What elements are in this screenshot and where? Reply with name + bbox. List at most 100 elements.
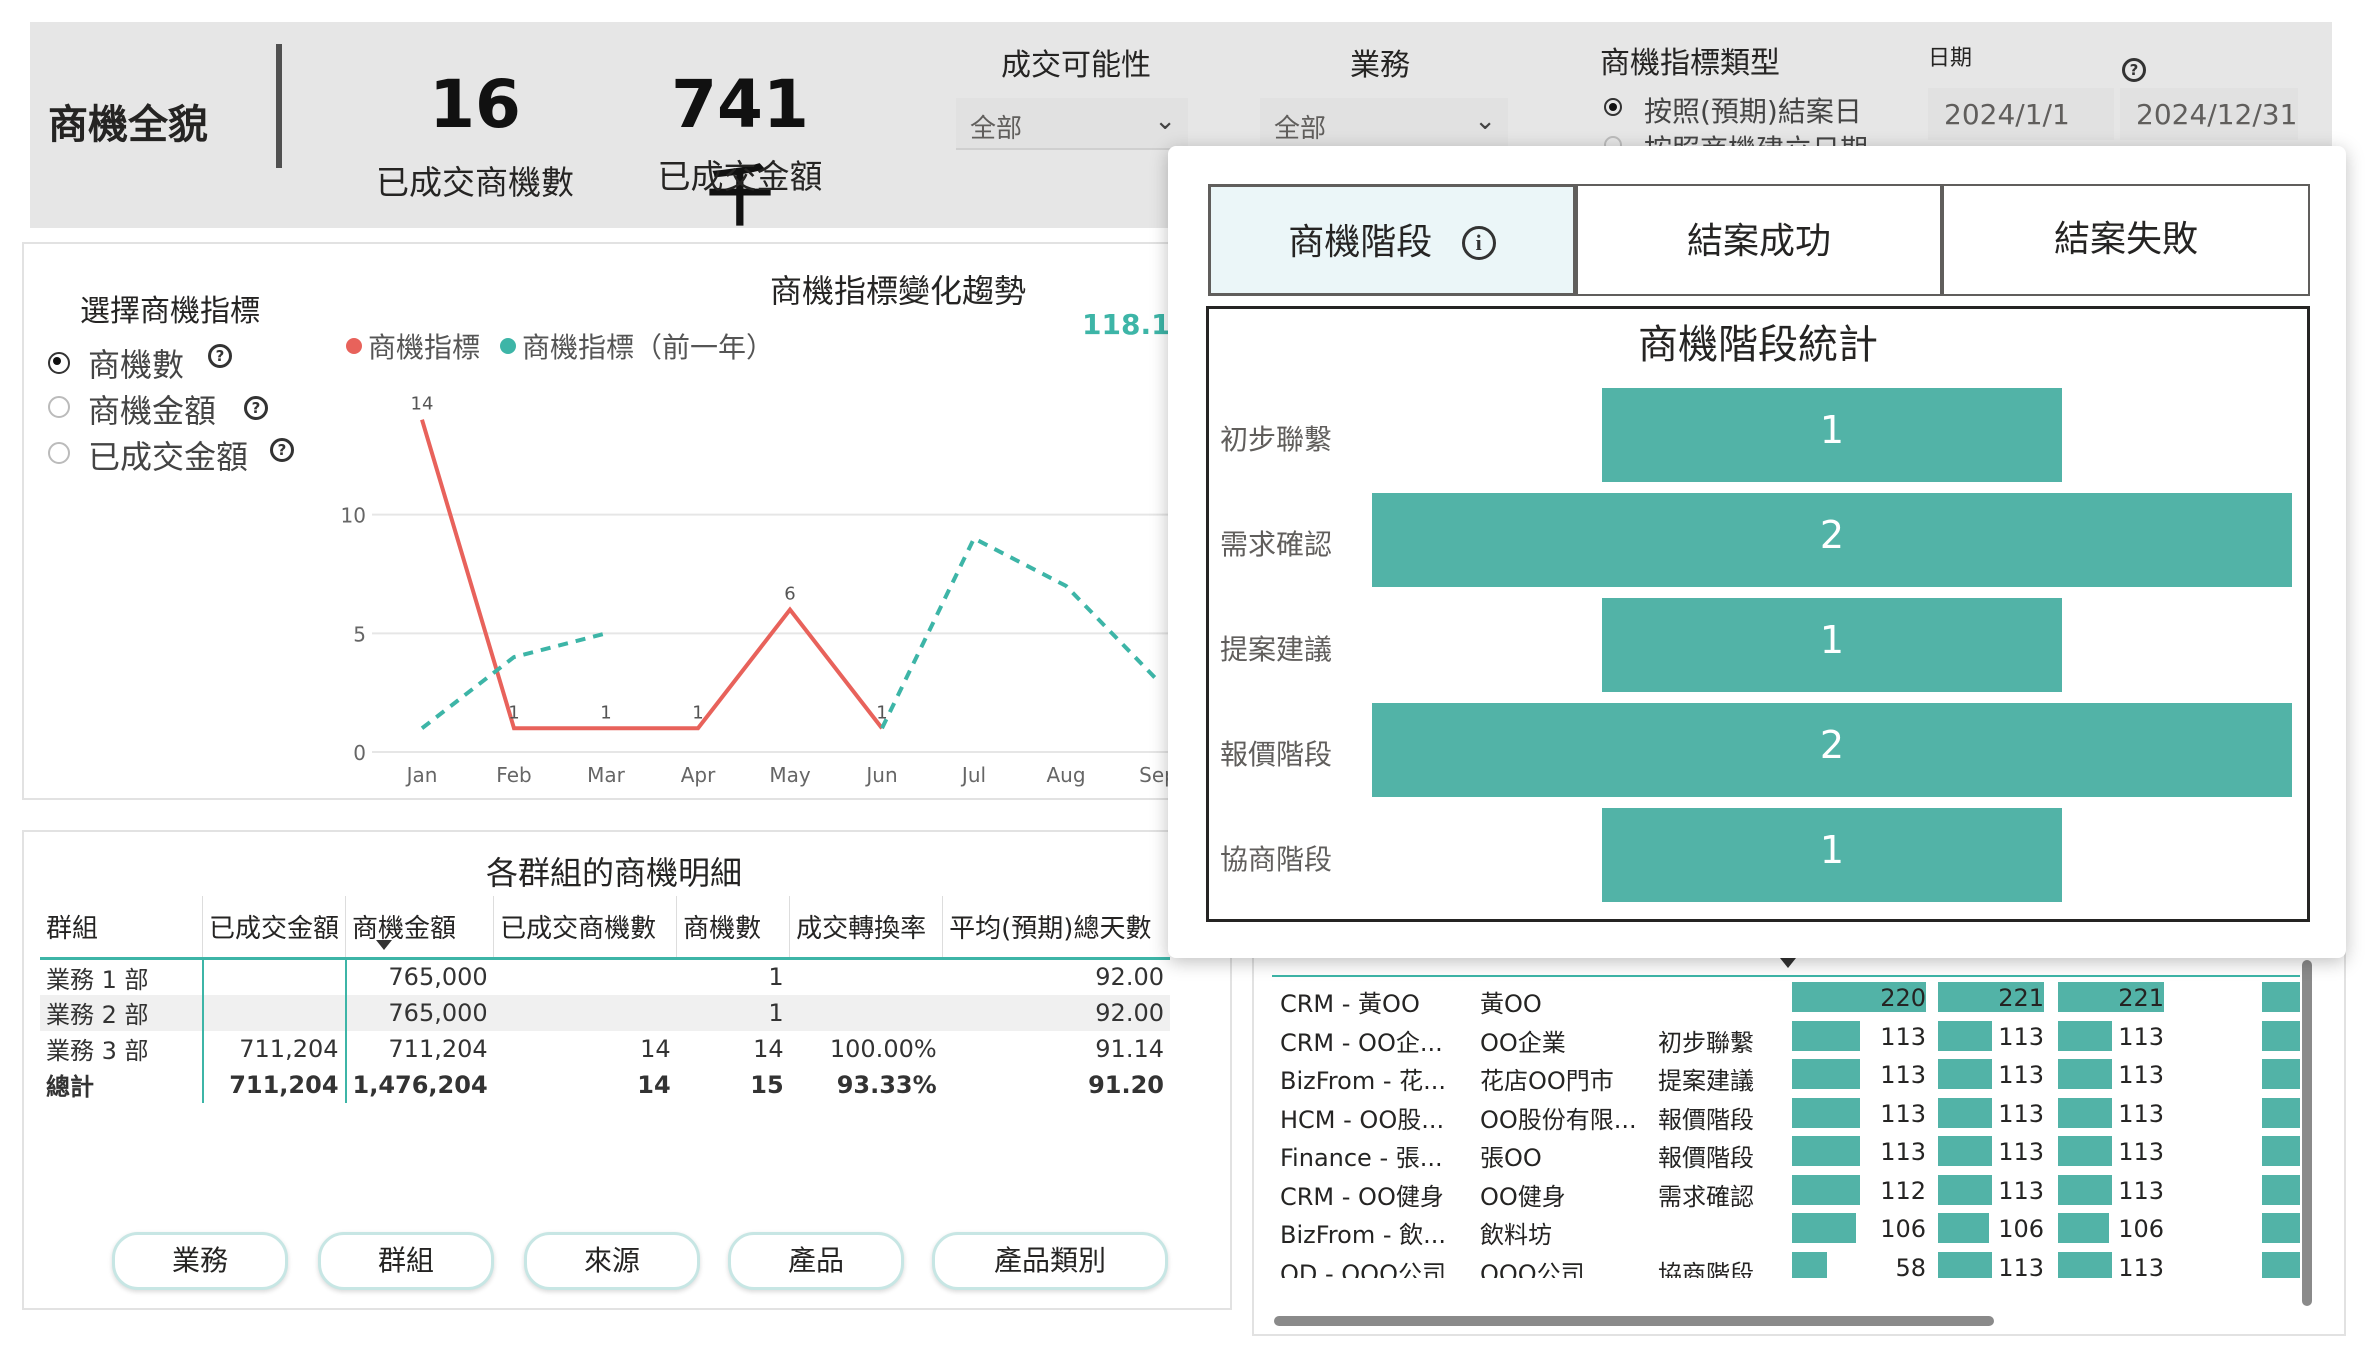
table-cell: 14	[753, 1034, 784, 1063]
metric-radio-count[interactable]	[48, 352, 70, 374]
table-cell: 1	[768, 963, 784, 991]
metric-type-option-0[interactable]: 按照(預期)結案日	[1644, 90, 1862, 130]
table-row[interactable]: OD - OOO公司 OOO公司 協商階段 58 113 113	[1272, 1248, 2300, 1279]
table-cell: 765,000	[344, 994, 494, 1031]
detail-name: BizFrom - 花...	[1280, 1067, 1446, 1095]
probability-dropdown[interactable]: 全部 ⌄	[956, 98, 1188, 150]
x-tick-label: May	[769, 763, 811, 787]
table-cell: 765,000	[344, 958, 494, 995]
table-cell: 711,204	[201, 1030, 346, 1067]
stage-label: 協商階段	[1220, 843, 1333, 876]
help-icon[interactable]: ?	[208, 344, 232, 368]
detail-bar	[2262, 1213, 2300, 1243]
table-cell: 業務 1 部	[46, 965, 149, 994]
detail-name: HCM - OO股...	[1280, 1105, 1445, 1134]
table-cell	[494, 995, 677, 1031]
help-icon[interactable]: ?	[270, 438, 294, 462]
table-total-row[interactable]: 總計 711,204 1,476,204 14 15 93.33% 91.20	[40, 1066, 1170, 1103]
stage-value-label: 1	[1819, 408, 1845, 452]
detail-value: 113	[1998, 1138, 2044, 1166]
pill-group[interactable]: 群組	[318, 1232, 494, 1290]
table-row[interactable]: BizFrom - 飲... 飲料坊 106 106 106	[1272, 1209, 2300, 1249]
help-icon[interactable]: ?	[2122, 58, 2146, 82]
detail-stage: 協商階段	[1658, 1259, 1754, 1279]
pill-sales[interactable]: 業務	[112, 1232, 288, 1290]
col-count[interactable]: 商機數	[676, 896, 790, 958]
detail-stage: 報價階段	[1658, 1144, 1754, 1172]
detail-value: 113	[2118, 1022, 2164, 1051]
info-icon[interactable]: i	[1461, 226, 1496, 260]
detail-value: 113	[1998, 1176, 2044, 1205]
table-row[interactable]: HCM - OO股... OO股份有限... 報價階段 113 113 113	[1272, 1094, 2300, 1134]
sort-desc-icon[interactable]	[376, 940, 392, 950]
detail-value: 113	[1880, 1022, 1926, 1051]
pill-product[interactable]: 產品	[728, 1232, 904, 1290]
tab-closed-lost[interactable]: 結案失敗	[1942, 184, 2310, 296]
metric-radio-amount[interactable]	[48, 396, 70, 418]
table-row[interactable]: 業務 3 部 711,204 711,204 14 14 100.00% 91.14	[40, 1030, 1170, 1067]
detail-company: 花店OO門市	[1480, 1067, 1614, 1095]
col-closed-amount[interactable]: 已成交金額	[201, 896, 346, 958]
table-cell: 711,204	[344, 1030, 494, 1067]
pill-source[interactable]: 來源	[524, 1232, 700, 1290]
detail-value: 113	[2118, 1061, 2164, 1089]
detail-vertical-scrollbar[interactable]	[2302, 960, 2312, 1306]
detail-value: 106	[1998, 1215, 2044, 1243]
detail-table: CRM - 黃OO 黃OO 220 221 221 CRM - OO企... OO企業 初步聯…	[1272, 978, 2300, 1278]
metric-radio-closed[interactable]	[48, 442, 70, 464]
tab-stage-label: 商機階段	[1288, 222, 1433, 263]
detail-value: 113	[2118, 1099, 2164, 1128]
table-cell	[201, 958, 346, 995]
detail-horizontal-scrollbar[interactable]	[1274, 1316, 1994, 1326]
metric-option-amount[interactable]: 商機金額	[88, 386, 216, 432]
tab-stage[interactable]: 商機階段 i	[1208, 184, 1576, 296]
date-end-input[interactable]: 2024/12/31	[2120, 88, 2298, 140]
probability-dropdown-value: 全部	[970, 114, 1023, 144]
col-avg-days[interactable]: 平均(預期)總天數	[942, 896, 1170, 958]
col-amount[interactable]: 商機金額	[345, 896, 494, 958]
legend-previous-dot	[500, 338, 516, 354]
date-title: 日期	[1928, 46, 1973, 71]
metric-type-radio-0[interactable]	[1604, 98, 1622, 116]
detail-value: 113	[1998, 1022, 2044, 1051]
sales-dropdown[interactable]: 全部 ⌄	[1260, 98, 1508, 150]
table-cell: 15	[750, 1070, 784, 1099]
table-cell	[790, 958, 943, 995]
data-label: 1	[692, 702, 703, 723]
probability-slicer-title: 成交可能性	[1001, 48, 1151, 83]
table-cell: 92.00	[1095, 963, 1164, 991]
table-row[interactable]: CRM - OO企... OO企業 初步聯繫 113 113 113	[1272, 1017, 2300, 1057]
table-row[interactable]: 業務 1 部 765,000 1 92.00	[40, 958, 1170, 995]
detail-value: 106	[2118, 1215, 2164, 1243]
table-cell	[494, 958, 677, 995]
pill-product-category[interactable]: 產品類別	[932, 1232, 1168, 1290]
table-row[interactable]: BizFrom - 花... 花店OO門市 提案建議 113 113 113	[1272, 1055, 2300, 1095]
table-row[interactable]: 業務 2 部 765,000 1 92.00	[40, 994, 1170, 1031]
detail-value: 113	[1998, 1253, 2044, 1279]
x-tick-label: Feb	[496, 763, 531, 787]
table-cell: 92.00	[1095, 998, 1164, 1027]
x-tick-label: Aug	[1046, 763, 1085, 787]
stage-label: 需求確認	[1220, 528, 1333, 561]
help-icon[interactable]: ?	[244, 396, 268, 420]
table-row[interactable]: CRM - 黃OO 黃OO 220 221 221	[1272, 978, 2300, 1018]
metric-option-count[interactable]: 商機數	[88, 340, 184, 386]
metric-selector-title: 選擇商機指標	[80, 294, 260, 329]
col-conversion[interactable]: 成交轉換率	[789, 896, 943, 958]
detail-bar	[2262, 1059, 2300, 1089]
metric-option-closed[interactable]: 已成交金額	[88, 432, 248, 478]
detail-name: OD - OOO公司	[1280, 1259, 1446, 1279]
detail-value: 113	[2118, 1138, 2164, 1166]
x-tick-label: Jul	[960, 763, 986, 787]
detail-bar	[2262, 1251, 2300, 1278]
date-start-input[interactable]: 2024/1/1	[1928, 88, 2114, 140]
tab-closed-won[interactable]: 結案成功	[1576, 184, 1942, 296]
col-closed-count[interactable]: 已成交商機數	[493, 896, 677, 958]
table-cell: 100.00%	[829, 1034, 937, 1063]
col-group[interactable]: 群組	[40, 896, 203, 958]
sort-desc-icon[interactable]	[1780, 958, 1796, 968]
table-row[interactable]: Finance - 張... 張OO 報價階段 113 113 113	[1272, 1132, 2300, 1172]
detail-company: OO股份有限...	[1480, 1105, 1637, 1134]
data-label: 1	[508, 702, 519, 723]
table-row[interactable]: CRM - OO健身 OO健身 需求確認 112 113 113	[1272, 1171, 2300, 1211]
